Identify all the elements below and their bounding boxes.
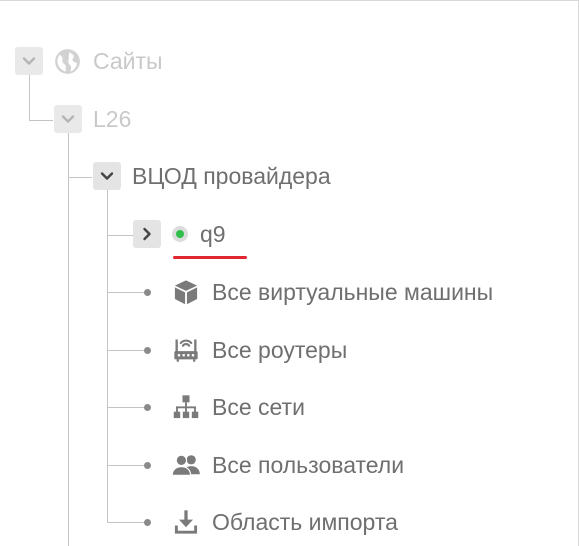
tree-node-q9[interactable]: q9 [0,219,579,249]
tree-bullet [144,347,151,354]
tree-panel: Сайты L26 ВЦОД провайдера q9 Все виртуал… [0,0,579,546]
download-icon [171,508,201,536]
tree-node-import-area[interactable]: Область импорта [0,507,579,537]
tree-node-label: L26 [93,106,132,132]
tree-node-provider[interactable]: ВЦОД провайдера [0,161,579,191]
tree-node-label: Все роутеры [212,337,348,363]
tree-node-label: Сайты [93,48,163,74]
collapse-toggle[interactable] [93,162,121,190]
router-icon [171,336,201,364]
tree-node-all-routers[interactable]: Все роутеры [0,335,579,365]
tree-bullet [144,404,151,411]
tree-node-label: Область импорта [212,509,398,535]
tree-bullet [144,462,151,469]
tree-node-l26[interactable]: L26 [0,104,579,134]
chevron-down-icon [100,172,114,180]
cube-icon [171,278,201,306]
collapse-toggle[interactable] [54,105,82,133]
tree-node-all-users[interactable]: Все пользователи [0,450,579,480]
expand-toggle[interactable] [133,220,161,248]
network-icon [171,393,201,421]
highlight-underline [173,256,247,259]
chevron-down-icon [22,57,36,65]
chevron-right-icon [143,227,151,241]
chevron-down-icon [61,115,75,123]
tree-bullet [144,289,151,296]
tree-bullet [144,519,151,526]
tree-node-sites[interactable]: Сайты [0,46,579,76]
globe-icon [53,47,81,75]
tree-node-all-networks[interactable]: Все сети [0,392,579,422]
tree-node-all-vms[interactable]: Все виртуальные машины [0,277,579,307]
users-icon [171,451,201,479]
tree-node-label: Все виртуальные машины [212,279,494,305]
tree-node-label: ВЦОД провайдера [132,163,331,189]
collapse-toggle[interactable] [15,47,43,75]
status-online-icon [172,226,188,242]
tree-node-label: Все пользователи [212,452,405,478]
tree-node-label: Все сети [212,394,305,420]
tree-node-label: q9 [200,221,226,247]
